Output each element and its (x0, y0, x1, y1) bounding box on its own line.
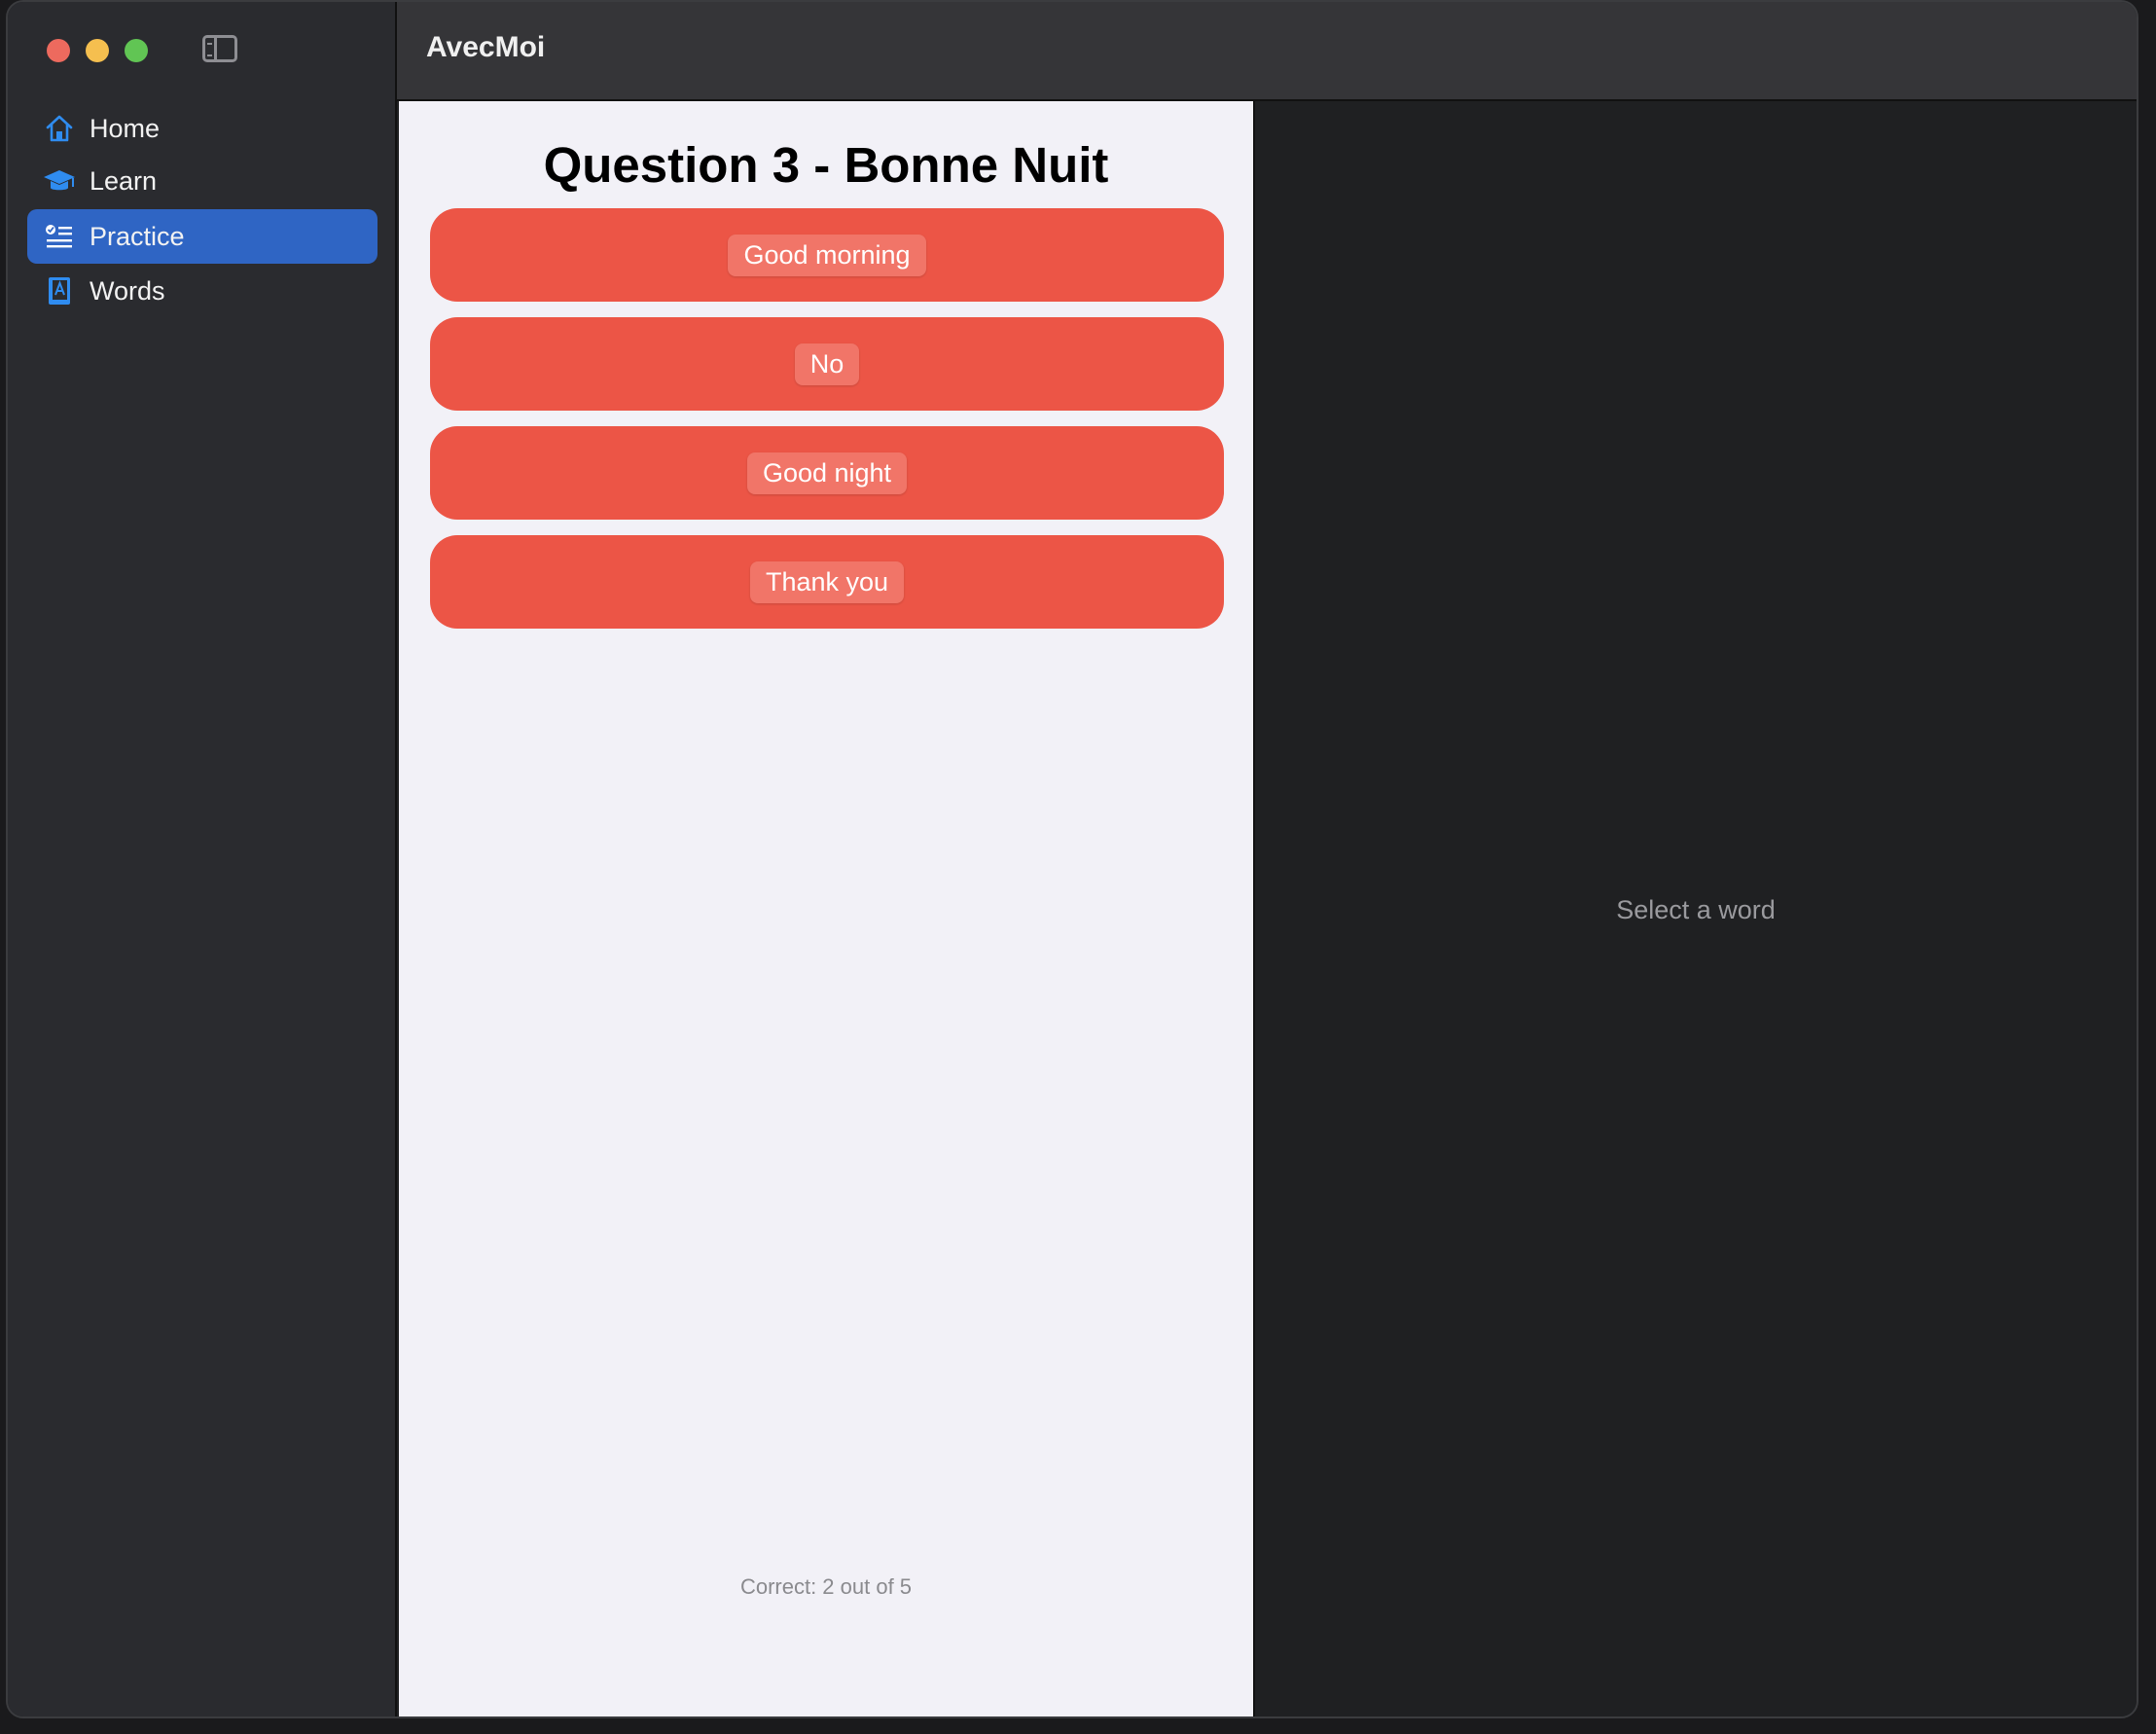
app-title: AvecMoi (426, 31, 546, 63)
sidebar-item-label: Home (90, 113, 161, 143)
question-title: Question 3 - Bonne Nuit (543, 137, 1109, 193)
detail-placeholder: Select a word (1616, 895, 1776, 924)
book-icon (43, 274, 76, 307)
sidebar-item-label: Learn (90, 165, 158, 196)
answer-label: Thank you (749, 560, 905, 603)
graduation-cap-icon (43, 164, 76, 198)
sidebar-item-practice[interactable]: Practice (27, 209, 377, 264)
sidebar-item-label: Words (90, 275, 165, 306)
sidebar-toggle-icon[interactable] (202, 35, 237, 62)
sidebar: Home Learn Practice Words (8, 2, 397, 1716)
answer-button-good-night[interactable]: Good night (430, 426, 1224, 520)
sidebar-item-home[interactable]: Home (27, 101, 377, 156)
score-text: Correct: 2 out of 5 (739, 1574, 913, 1599)
sidebar-item-words[interactable]: Words (27, 264, 377, 318)
sidebar-item-label: Practice (90, 221, 185, 251)
answer-button-no[interactable]: No (430, 317, 1224, 411)
answer-button-good-morning[interactable]: Good morning (430, 208, 1224, 302)
title-bar: AvecMoi (397, 2, 2137, 101)
house-icon (43, 112, 76, 145)
minimize-window-button[interactable] (86, 39, 109, 62)
answer-label: Good morning (728, 234, 926, 276)
zoom-window-button[interactable] (125, 39, 148, 62)
answer-label: No (794, 343, 860, 385)
close-window-button[interactable] (47, 39, 70, 62)
detail-pane: Select a word (1255, 101, 2137, 1716)
sidebar-item-learn[interactable]: Learn (27, 154, 377, 208)
answer-label: Good night (746, 452, 908, 494)
checklist-icon (43, 220, 76, 253)
app-window: Home Learn Practice Words AvecMoi Questi… (6, 0, 2138, 1718)
practice-pane: Question 3 - Bonne Nuit Good morning No … (399, 101, 1255, 1716)
answer-button-thank-you[interactable]: Thank you (430, 535, 1224, 629)
